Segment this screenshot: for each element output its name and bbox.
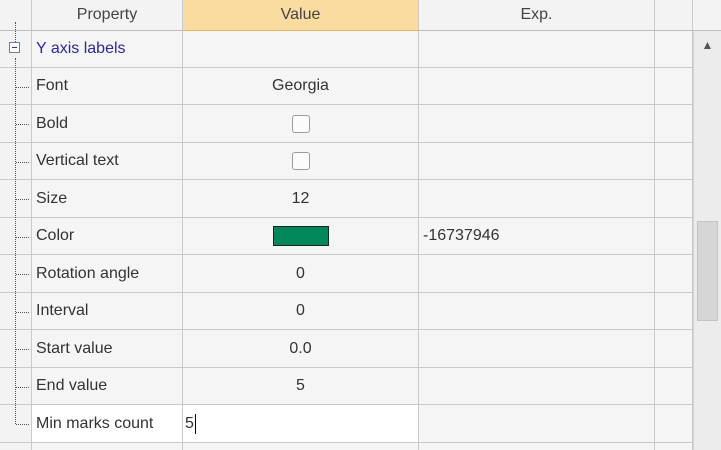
property-value-end-value[interactable]: 5	[183, 368, 419, 405]
color-swatch[interactable]	[272, 226, 329, 246]
property-exp-rotation-angle[interactable]	[419, 255, 655, 293]
extra-cell	[655, 330, 693, 368]
extra-cell	[655, 368, 693, 405]
group-extra-cell	[655, 31, 693, 68]
property-value-vertical-text[interactable]	[183, 143, 419, 180]
tree-branch	[16, 237, 29, 238]
column-header-property[interactable]: Property	[32, 0, 183, 31]
property-label-start-value[interactable]: Start value	[32, 330, 183, 368]
property-label-color[interactable]: Color	[32, 218, 183, 255]
partial-row	[419, 443, 655, 450]
property-exp-bold[interactable]	[419, 105, 655, 143]
scrollbar-thumb[interactable]	[697, 221, 718, 321]
property-value-interval[interactable]: 0	[183, 293, 419, 330]
property-grid: Property Value Exp. Y axis labels Font G…	[0, 0, 721, 450]
extra-cell	[655, 218, 693, 255]
column-header-value[interactable]: Value	[183, 0, 419, 31]
property-exp-size[interactable]	[419, 180, 655, 218]
property-value-bold[interactable]	[183, 105, 419, 143]
chevron-up-icon[interactable]: ▲	[694, 31, 721, 59]
property-value-rotation-angle[interactable]: 0	[183, 255, 419, 293]
extra-cell	[655, 255, 693, 293]
property-label-min-marks-count[interactable]: Min marks count	[32, 405, 183, 443]
header-corner	[0, 0, 32, 31]
property-label-size[interactable]: Size	[32, 180, 183, 218]
property-value-size[interactable]: 12	[183, 180, 419, 218]
tree-cell	[0, 443, 32, 450]
partial-row	[32, 443, 183, 450]
tree-branch	[16, 387, 29, 388]
property-label-font[interactable]: Font	[32, 68, 183, 105]
group-label-y-axis-labels[interactable]: Y axis labels	[32, 31, 183, 68]
group-value-cell	[183, 31, 419, 68]
property-value-min-marks-count-input[interactable]: 5	[183, 405, 419, 443]
property-exp-font[interactable]	[419, 68, 655, 105]
property-exp-min-marks-count[interactable]	[419, 405, 655, 443]
tree-branch	[16, 312, 29, 313]
property-label-bold[interactable]: Bold	[32, 105, 183, 143]
tree-branch	[16, 349, 29, 350]
tree-line	[15, 22, 16, 42]
tree-branch	[16, 199, 29, 200]
column-header-extra	[655, 0, 693, 31]
property-exp-end-value[interactable]	[419, 368, 655, 405]
property-label-interval[interactable]: Interval	[32, 293, 183, 330]
extra-cell	[655, 68, 693, 105]
extra-cell	[655, 143, 693, 180]
vertical-text-checkbox[interactable]	[291, 152, 310, 170]
tree-line	[15, 58, 16, 424]
vertical-scrollbar[interactable]: ▲	[693, 31, 721, 450]
property-exp-start-value[interactable]	[419, 330, 655, 368]
tree-branch	[16, 424, 29, 425]
property-label-rotation-angle[interactable]: Rotation angle	[32, 255, 183, 293]
collapse-icon[interactable]	[9, 42, 20, 53]
partial-row	[655, 443, 693, 450]
tree-branch	[16, 124, 29, 125]
extra-cell	[655, 105, 693, 143]
property-label-vertical-text[interactable]: Vertical text	[32, 143, 183, 180]
property-value-start-value[interactable]: 0.0	[183, 330, 419, 368]
extra-cell	[655, 293, 693, 330]
header-scroll-corner	[693, 0, 721, 31]
tree-branch	[16, 87, 29, 88]
property-exp-color[interactable]: -16737946	[419, 218, 655, 255]
bold-checkbox[interactable]	[291, 114, 310, 133]
text-caret	[194, 413, 196, 434]
column-header-exp[interactable]: Exp.	[419, 0, 655, 31]
property-value-font[interactable]: Georgia	[183, 68, 419, 105]
property-label-end-value[interactable]: End value	[32, 368, 183, 405]
extra-cell	[655, 180, 693, 218]
property-exp-vertical-text[interactable]	[419, 143, 655, 180]
tree-branch	[16, 162, 29, 163]
partial-row	[183, 443, 419, 450]
extra-cell	[655, 405, 693, 443]
property-exp-interval[interactable]	[419, 293, 655, 330]
tree-branch	[16, 274, 29, 275]
property-value-color[interactable]	[183, 218, 419, 255]
group-exp-cell	[419, 31, 655, 68]
min-marks-count-input-text[interactable]: 5	[183, 415, 194, 433]
